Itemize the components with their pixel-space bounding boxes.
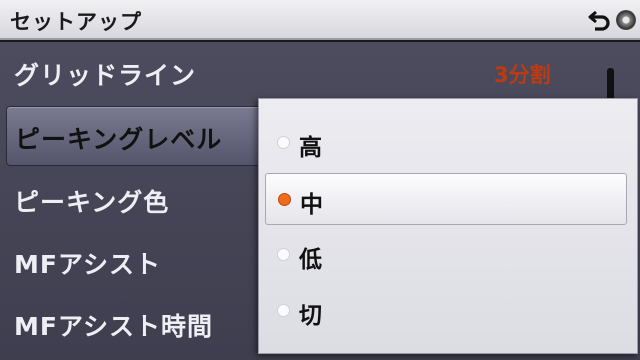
radio-button-selected[interactable]: [278, 193, 291, 206]
menu-item-label: MFアシスト: [14, 250, 161, 279]
peaking-level-popup: 高 中 低 切: [258, 98, 638, 354]
back-icon[interactable]: [586, 6, 614, 34]
option-label: 高: [299, 135, 322, 161]
radio-button[interactable]: [277, 304, 290, 317]
option-medium[interactable]: 中: [265, 173, 627, 225]
option-label: 切: [299, 303, 322, 329]
option-low[interactable]: 低: [259, 227, 639, 283]
radio-button[interactable]: [277, 248, 290, 261]
page-title: セットアップ: [10, 10, 142, 34]
menu-item-label: ピーキングレベル: [15, 125, 223, 154]
radio-button[interactable]: [277, 136, 290, 149]
menu-item-label: MFアシスト時間: [14, 312, 213, 341]
option-label: 低: [299, 247, 322, 273]
menu-item-peaking-level[interactable]: ピーキングレベル: [6, 106, 264, 166]
menu-item-label: ピーキング色: [14, 188, 170, 217]
option-label: 中: [300, 192, 323, 218]
menu-item-value: 3分割: [494, 63, 551, 87]
menu-item-label: グリッドライン: [14, 61, 197, 90]
disc-icon: [616, 10, 636, 30]
option-off[interactable]: 切: [259, 283, 639, 339]
option-high[interactable]: 高: [259, 115, 639, 171]
menu-item-grid-line[interactable]: グリッドライン 3分割: [0, 42, 640, 132]
header-bar: セットアップ: [0, 0, 640, 40]
